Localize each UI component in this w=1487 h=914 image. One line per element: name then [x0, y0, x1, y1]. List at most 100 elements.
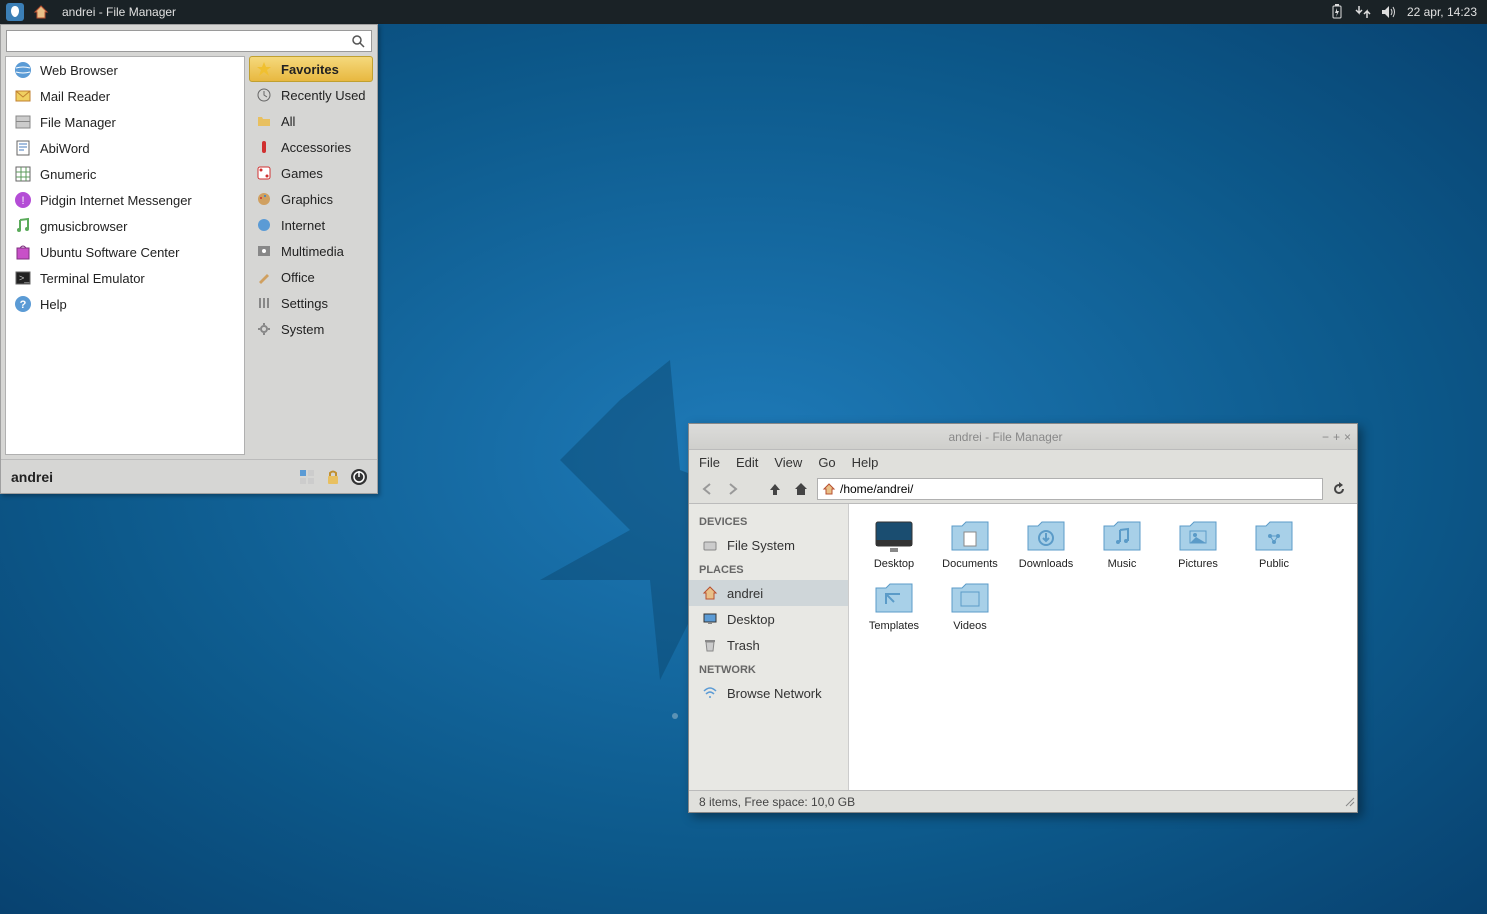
settings-button[interactable] — [297, 468, 315, 486]
spreadsheet-icon — [14, 165, 32, 183]
titlebar[interactable]: andrei - File Manager − + × — [689, 424, 1357, 450]
path-bar[interactable]: /home/andrei/ — [817, 478, 1323, 500]
up-button[interactable] — [765, 479, 785, 499]
network-icon[interactable] — [1355, 4, 1371, 20]
app-label: Ubuntu Software Center — [40, 245, 179, 260]
sliders-icon — [255, 294, 273, 312]
refresh-button[interactable] — [1329, 479, 1349, 499]
cat-multimedia[interactable]: Multimedia — [249, 238, 373, 264]
cat-accessories[interactable]: Accessories — [249, 134, 373, 160]
cat-favorites[interactable]: Favorites — [249, 56, 373, 82]
app-help[interactable]: ?Help — [6, 291, 244, 317]
folder-icon — [255, 112, 273, 130]
cat-games[interactable]: Games — [249, 160, 373, 186]
whisker-menu-button[interactable] — [4, 1, 26, 23]
cat-label: System — [281, 322, 324, 337]
music-icon — [14, 217, 32, 235]
folder-videos[interactable]: Videos — [939, 580, 1001, 632]
gear-icon — [255, 320, 273, 338]
cat-label: Internet — [281, 218, 325, 233]
volume-icon[interactable] — [1381, 4, 1397, 20]
cat-settings[interactable]: Settings — [249, 290, 373, 316]
cat-recently-used[interactable]: Recently Used — [249, 82, 373, 108]
folder-label: Pictures — [1178, 558, 1218, 570]
folder-templates[interactable]: Templates — [863, 580, 925, 632]
app-software-center[interactable]: Ubuntu Software Center — [6, 239, 244, 265]
cat-label: Games — [281, 166, 323, 181]
help-icon: ? — [14, 295, 32, 313]
cat-label: Multimedia — [281, 244, 344, 259]
menu-go[interactable]: Go — [818, 455, 835, 470]
battery-icon[interactable] — [1329, 4, 1345, 20]
dice-icon — [255, 164, 273, 182]
menu-edit[interactable]: Edit — [736, 455, 758, 470]
app-label: File Manager — [40, 115, 116, 130]
folder-view[interactable]: Desktop Documents Downloads Music Pictur… — [849, 504, 1357, 790]
cat-office[interactable]: Office — [249, 264, 373, 290]
back-button[interactable] — [697, 479, 717, 499]
home-icon — [701, 584, 719, 602]
forward-button[interactable] — [723, 479, 743, 499]
folder-documents[interactable]: Documents — [939, 518, 1001, 570]
svg-text:!: ! — [21, 195, 24, 207]
mail-icon — [14, 87, 32, 105]
cat-internet[interactable]: Internet — [249, 212, 373, 238]
cat-all[interactable]: All — [249, 108, 373, 134]
whisker-menu: Web Browser Mail Reader File Manager Abi… — [0, 24, 378, 494]
media-icon — [255, 242, 273, 260]
sidebar-filesystem[interactable]: File System — [689, 532, 848, 558]
power-button[interactable] — [349, 468, 367, 486]
folder-desktop[interactable]: Desktop — [863, 518, 925, 570]
top-panel: andrei - File Manager 22 apr, 14:23 — [0, 0, 1487, 24]
wifi-icon — [701, 684, 719, 702]
folder-label: Videos — [953, 620, 986, 632]
cat-system[interactable]: System — [249, 316, 373, 342]
menubar: File Edit View Go Help — [689, 450, 1357, 474]
sidebar-browse-network[interactable]: Browse Network — [689, 680, 848, 706]
sidebar-andrei[interactable]: andrei — [689, 580, 848, 606]
app-gmusicbrowser[interactable]: gmusicbrowser — [6, 213, 244, 239]
app-mail-reader[interactable]: Mail Reader — [6, 83, 244, 109]
app-abiword[interactable]: AbiWord — [6, 135, 244, 161]
folder-public[interactable]: Public — [1243, 518, 1305, 570]
home-button[interactable] — [30, 1, 52, 23]
globe-icon — [14, 61, 32, 79]
app-file-manager[interactable]: File Manager — [6, 109, 244, 135]
folder-pictures[interactable]: Pictures — [1167, 518, 1229, 570]
pen-icon — [255, 268, 273, 286]
folder-downloads[interactable]: Downloads — [1015, 518, 1077, 570]
search-row — [1, 25, 377, 52]
home-icon — [822, 482, 836, 496]
app-pidgin[interactable]: ! Pidgin Internet Messenger — [6, 187, 244, 213]
user-label: andrei — [11, 469, 53, 485]
chat-icon: ! — [14, 191, 32, 209]
app-label: Pidgin Internet Messenger — [40, 193, 192, 208]
lock-button[interactable] — [323, 468, 341, 486]
close-button[interactable]: × — [1344, 430, 1351, 444]
star-icon — [255, 60, 273, 78]
search-input[interactable] — [6, 30, 372, 52]
minimize-button[interactable]: − — [1322, 430, 1329, 444]
app-label: Terminal Emulator — [40, 271, 145, 286]
menu-file[interactable]: File — [699, 455, 720, 470]
menu-view[interactable]: View — [774, 455, 802, 470]
app-web-browser[interactable]: Web Browser — [6, 57, 244, 83]
cat-label: Favorites — [281, 62, 339, 77]
home-button[interactable] — [791, 479, 811, 499]
sidebar-trash[interactable]: Trash — [689, 632, 848, 658]
app-terminal[interactable]: >_Terminal Emulator — [6, 265, 244, 291]
drawer-icon — [14, 113, 32, 131]
menu-help[interactable]: Help — [852, 455, 879, 470]
app-list: Web Browser Mail Reader File Manager Abi… — [5, 56, 245, 455]
clock[interactable]: 22 apr, 14:23 — [1407, 5, 1477, 19]
maximize-button[interactable]: + — [1333, 430, 1340, 444]
sidebar-label: File System — [727, 538, 795, 553]
sidebar-desktop[interactable]: Desktop — [689, 606, 848, 632]
resize-grip[interactable] — [1343, 795, 1355, 810]
folder-music[interactable]: Music — [1091, 518, 1153, 570]
app-gnumeric[interactable]: Gnumeric — [6, 161, 244, 187]
cat-graphics[interactable]: Graphics — [249, 186, 373, 212]
taskbar-title[interactable]: andrei - File Manager — [62, 5, 176, 19]
app-label: gmusicbrowser — [40, 219, 127, 234]
status-bar: 8 items, Free space: 10,0 GB — [689, 790, 1357, 812]
